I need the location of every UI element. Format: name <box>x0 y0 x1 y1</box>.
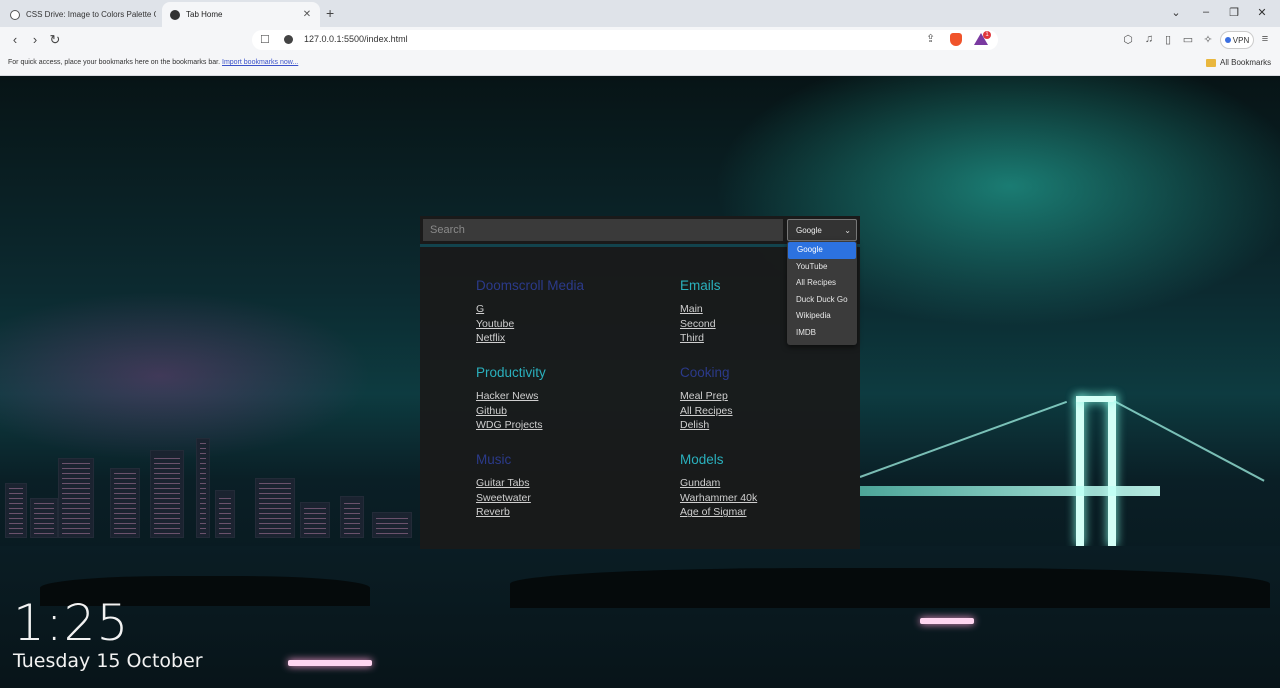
link[interactable]: WDG Projects <box>476 418 656 433</box>
bridge-tower <box>1076 396 1084 546</box>
engine-option[interactable]: IMDB <box>787 325 857 342</box>
tab-title: Tab Home <box>186 10 223 19</box>
link[interactable]: All Recipes <box>680 404 860 419</box>
reload-icon[interactable]: ↻ <box>47 32 63 48</box>
brave-shields-icon[interactable] <box>950 33 962 46</box>
search-engine-dropdown: Google YouTube All Recipes Duck Duck Go … <box>787 241 857 345</box>
folder-icon <box>1206 58 1216 67</box>
extensions-icon[interactable]: ⬡ <box>1121 33 1135 46</box>
link[interactable]: G <box>476 302 656 317</box>
all-bookmarks-button[interactable]: All Bookmarks <box>1206 58 1271 67</box>
leo-ai-icon[interactable]: ✧ <box>1201 33 1215 46</box>
group-title: Models <box>680 452 724 467</box>
link[interactable]: Github <box>476 404 656 419</box>
tab-home[interactable]: Tab Home ✕ <box>162 2 320 27</box>
engine-option[interactable]: Duck Duck Go <box>787 292 857 309</box>
forward-icon[interactable]: › <box>27 32 43 48</box>
group-music: Music Guitar Tabs Sweetwater Reverb <box>476 452 656 520</box>
browser-toolbar: ‹ › ↻ ☐ 127.0.0.1:5500/index.html ⇪ 1 ⬡ … <box>0 27 1280 53</box>
link[interactable]: Hacker News <box>476 389 656 404</box>
group-cooking: Cooking Meal Prep All Recipes Delish <box>680 365 860 433</box>
tab-search-icon[interactable]: ⌄ <box>1168 6 1184 19</box>
media-icon[interactable]: ♫ <box>1142 33 1156 45</box>
city-skyline <box>0 428 420 538</box>
minimize-window-icon[interactable]: – <box>1198 6 1214 18</box>
tab-css-drive[interactable]: CSS Drive: Image to Colors Palette G <box>4 2 156 27</box>
engine-option[interactable]: All Recipes <box>787 275 857 292</box>
start-panel: Google ⌄ Google YouTube All Recipes Duck… <box>420 216 860 549</box>
engine-option[interactable]: YouTube <box>787 259 857 276</box>
bridge-cable <box>1113 400 1265 482</box>
wallet-icon[interactable]: ▭ <box>1181 33 1195 46</box>
group-title: Doomscroll Media <box>476 278 585 293</box>
link[interactable]: Youtube <box>476 317 656 332</box>
selected-engine: Google <box>796 225 822 235</box>
restore-window-icon[interactable]: ❐ <box>1226 6 1242 19</box>
search-input[interactable] <box>423 219 783 241</box>
import-bookmarks-link[interactable]: Import bookmarks now... <box>222 59 298 66</box>
engine-option[interactable]: Wikipedia <box>787 308 857 325</box>
bookmarks-bar: For quick access, place your bookmarks h… <box>0 53 1280 76</box>
link[interactable]: Guitar Tabs <box>476 476 656 491</box>
bridge-cable <box>859 400 1068 478</box>
back-icon[interactable]: ‹ <box>7 32 23 48</box>
link[interactable]: Age of Sigmar <box>680 505 860 520</box>
link[interactable]: Meal Prep <box>680 389 860 404</box>
bookmark-icon[interactable]: ☐ <box>260 33 270 46</box>
engine-option[interactable]: Google <box>788 242 856 259</box>
clock-date: Tuesday 15 October <box>13 650 203 672</box>
tab-strip: CSS Drive: Image to Colors Palette G Tab… <box>0 0 1280 27</box>
bridge-tower <box>1108 396 1116 546</box>
search-row: Google ⌄ Google YouTube All Recipes Duck… <box>420 216 860 345</box>
share-icon[interactable]: ⇪ <box>926 32 935 45</box>
search-engine-select[interactable]: Google ⌄ <box>787 219 857 241</box>
css-drive-favicon-icon <box>10 9 20 20</box>
link[interactable]: Sweetwater <box>476 491 656 506</box>
group-models: Models Gundam Warhammer 40k Age of Sigma… <box>680 452 860 520</box>
close-tab-icon[interactable]: ✕ <box>300 9 314 20</box>
group-title: Music <box>476 452 512 467</box>
vpn-label: VPN <box>1232 35 1250 45</box>
vpn-button[interactable]: VPN <box>1220 31 1254 49</box>
boat <box>920 618 974 624</box>
clock-time: 1:25 <box>13 594 130 652</box>
bridge-crossbar <box>1076 396 1116 402</box>
group-title: Cooking <box>680 365 730 380</box>
link[interactable]: Reverb <box>476 505 656 520</box>
link[interactable]: Warhammer 40k <box>680 491 860 506</box>
chevron-down-icon: ⌄ <box>844 225 851 235</box>
group-productivity: Productivity Hacker News Github WDG Proj… <box>476 365 656 433</box>
bookmarks-hint-text: For quick access, place your bookmarks h… <box>8 59 221 66</box>
vpn-shield-icon <box>1224 37 1231 43</box>
site-info-icon[interactable] <box>284 35 293 44</box>
tab-title: CSS Drive: Image to Colors Palette G <box>26 10 156 19</box>
rewards-badge: 1 <box>983 31 991 39</box>
link[interactable]: Netflix <box>476 331 656 346</box>
url-text[interactable]: 127.0.0.1:5500/index.html <box>304 34 408 44</box>
globe-favicon-icon <box>170 9 180 20</box>
new-tab-button[interactable]: + <box>326 5 334 21</box>
group-doomscroll-media: Doomscroll Media G Youtube Netflix <box>476 278 656 346</box>
all-bookmarks-label: All Bookmarks <box>1220 58 1272 67</box>
group-title: Productivity <box>476 365 546 380</box>
bookmarks-hint: For quick access, place your bookmarks h… <box>8 59 298 66</box>
menu-icon[interactable]: ≡ <box>1258 33 1272 45</box>
boat <box>288 660 372 666</box>
close-window-icon[interactable]: ✕ <box>1254 6 1270 19</box>
sidebar-icon[interactable]: ▯ <box>1161 33 1175 46</box>
link[interactable]: Delish <box>680 418 860 433</box>
address-bar[interactable]: ☐ 127.0.0.1:5500/index.html ⇪ 1 <box>252 30 998 50</box>
bridge-deck <box>860 486 1160 496</box>
island-silhouette <box>510 568 1270 608</box>
link[interactable]: Gundam <box>680 476 860 491</box>
